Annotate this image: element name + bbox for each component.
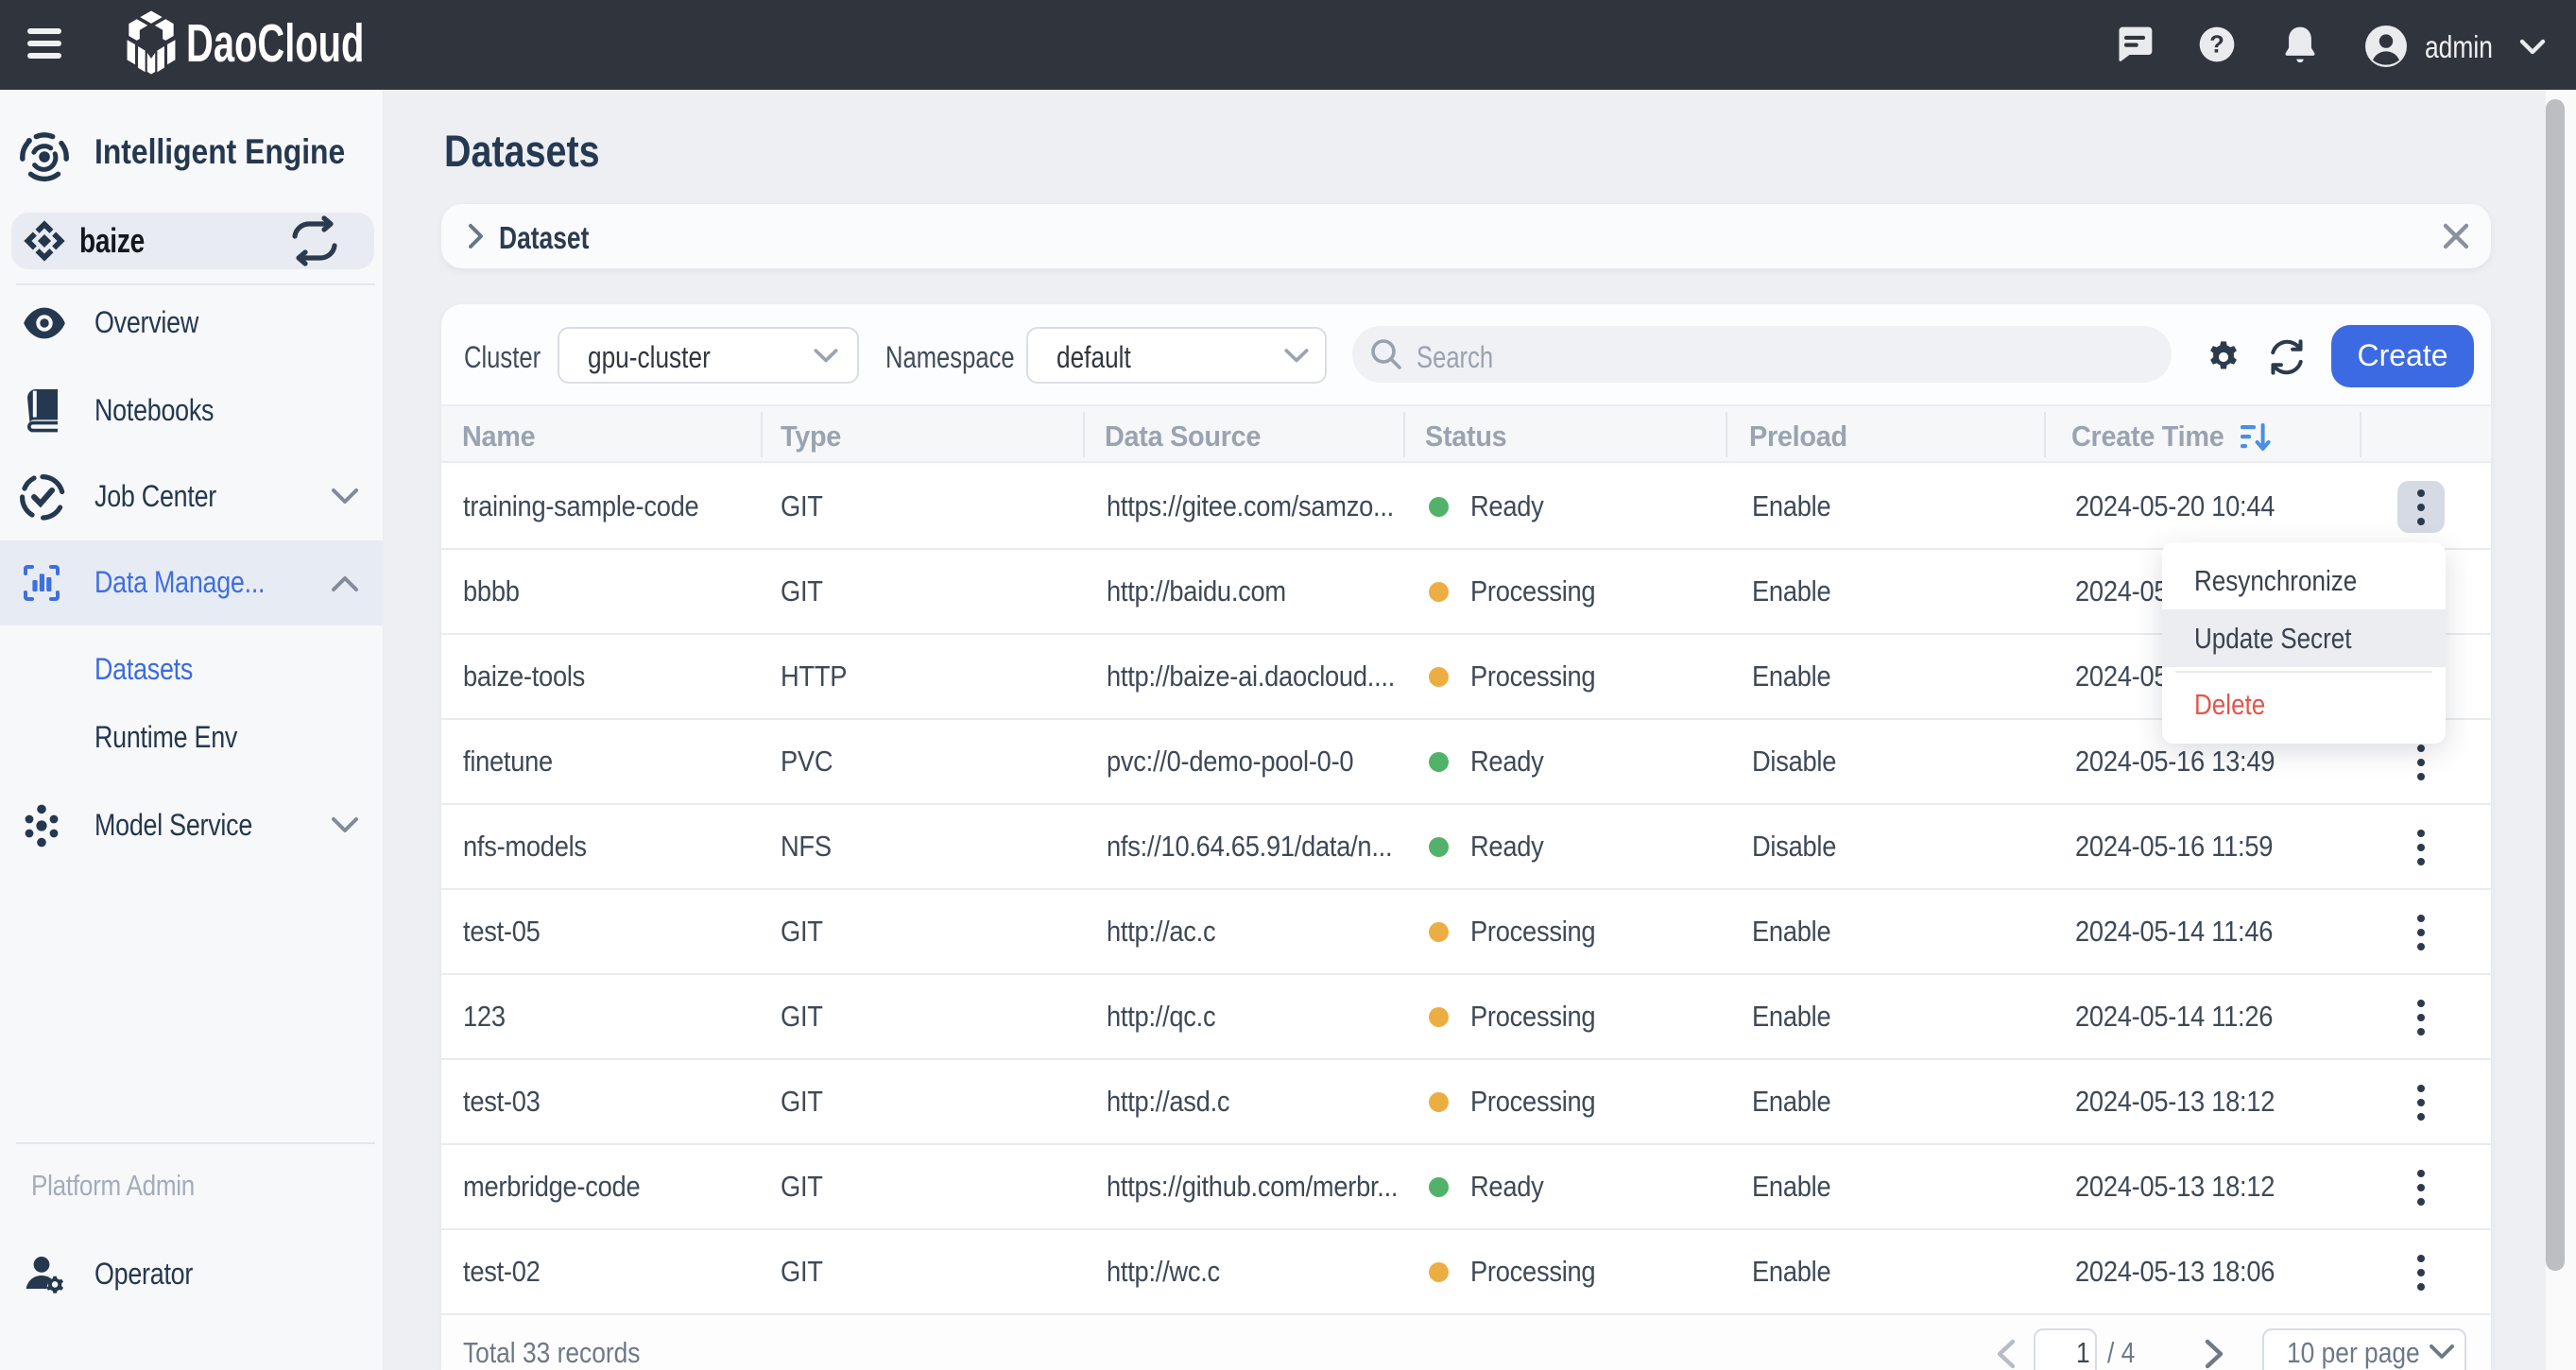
svg-text:?: ? [2209, 32, 2224, 59]
